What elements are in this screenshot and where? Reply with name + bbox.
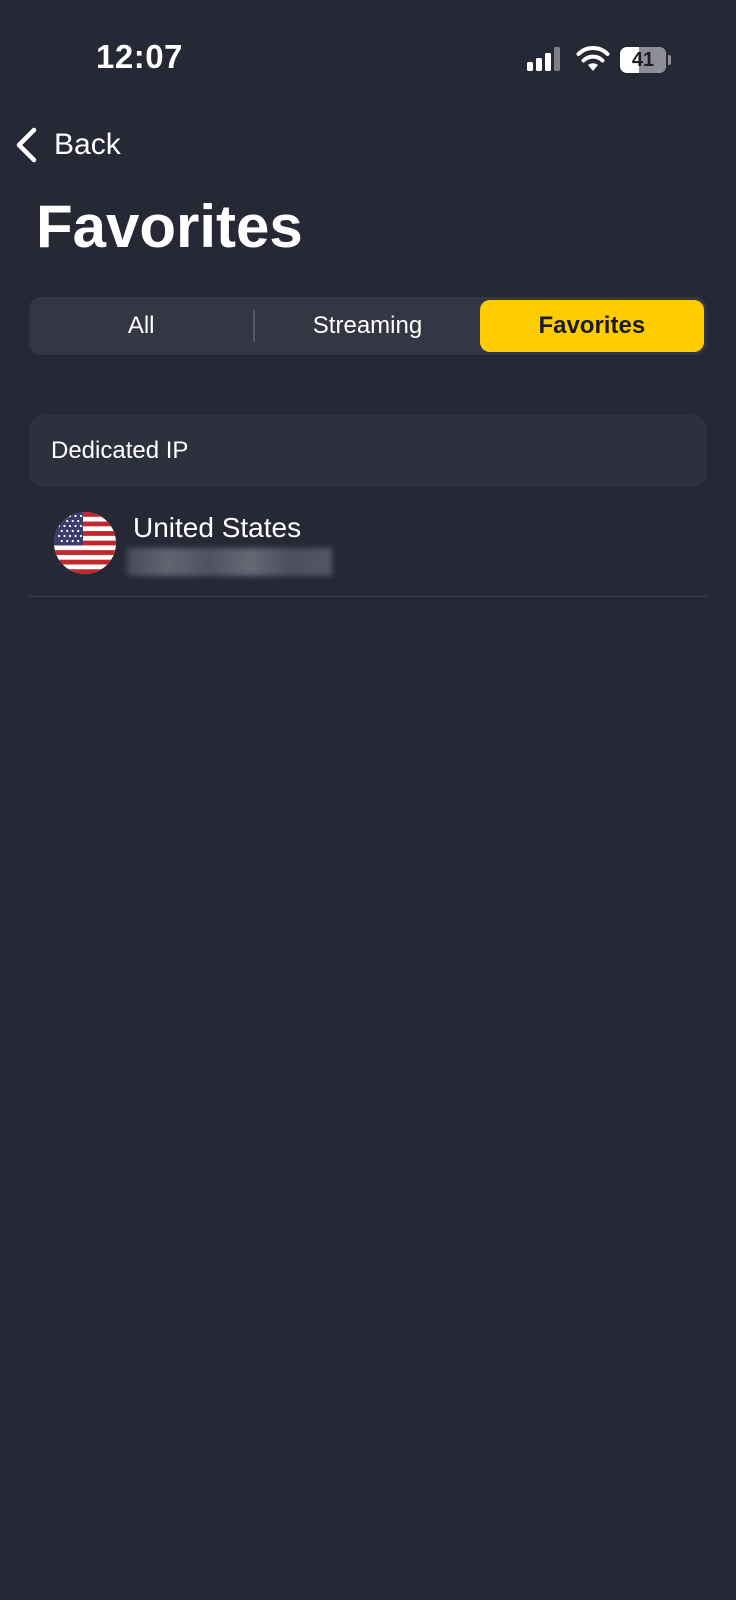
tab-favorites-label: Favorites	[538, 312, 646, 339]
chevron-left-icon	[16, 127, 37, 163]
tab-favorites[interactable]: Favorites	[479, 300, 704, 352]
server-country-name: United States	[133, 512, 302, 543]
wifi-icon	[576, 46, 610, 71]
cellular-signal-icon	[527, 47, 560, 71]
battery-cap	[668, 55, 671, 65]
redacted-ip-address	[127, 548, 332, 576]
back-button[interactable]: Back	[14, 122, 121, 168]
category-segmented-control: All Streaming Favorites	[29, 297, 707, 355]
status-time: 12:07	[96, 38, 183, 75]
tab-all-label: All	[127, 312, 155, 339]
battery-indicator: 41	[620, 47, 671, 73]
tab-streaming-label: Streaming	[312, 312, 423, 339]
us-flag-icon	[54, 512, 116, 574]
battery-level: 41	[631, 49, 655, 71]
tab-streaming[interactable]: Streaming	[255, 300, 479, 352]
tab-all[interactable]: All	[29, 300, 253, 352]
server-row-united-states[interactable]: United States	[29, 494, 707, 597]
section-title: Dedicated IP	[51, 437, 189, 464]
back-label: Back	[54, 128, 121, 161]
page-title: Favorites	[36, 193, 303, 260]
section-header-dedicated-ip: Dedicated IP	[29, 415, 707, 487]
